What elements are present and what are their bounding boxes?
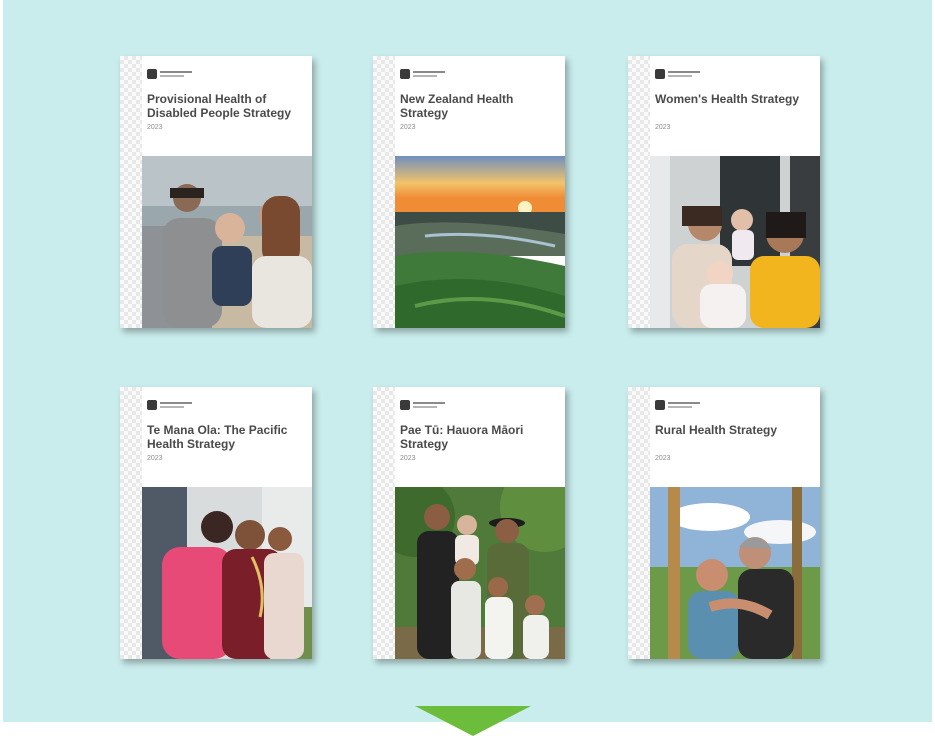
pattern-strip [628, 56, 650, 328]
logo-wordmark [668, 402, 700, 408]
report-card-womens-health[interactable]: Women's Health Strategy 2023 [628, 56, 820, 328]
logo-wordmark [160, 402, 192, 408]
government-logo [400, 69, 445, 79]
report-card-nz-health[interactable]: New Zealand Health Strategy 2023 [373, 56, 565, 328]
government-logo [147, 69, 192, 79]
crest-icon [400, 400, 410, 410]
pattern-strip [628, 387, 650, 659]
government-logo [400, 400, 445, 410]
report-title: Te Mana Ola: The Pacific Health Strategy [147, 423, 288, 451]
report-title: Pae Tū: Hauora Māori Strategy [400, 423, 524, 451]
pattern-strip [373, 387, 395, 659]
cover-photo [142, 156, 312, 328]
pattern-strip [373, 56, 395, 328]
report-card-rural-health[interactable]: Rural Health Strategy 2023 [628, 387, 820, 659]
down-arrow-icon [415, 706, 531, 736]
report-title: Provisional Health of Disabled People St… [147, 92, 292, 120]
report-year: 2023 [147, 124, 163, 131]
report-title: Women's Health Strategy [655, 92, 799, 106]
report-card-disabled-people[interactable]: Provisional Health of Disabled People St… [120, 56, 312, 328]
logo-wordmark [413, 71, 445, 77]
report-title: New Zealand Health Strategy [400, 92, 514, 120]
report-card-pacific-health[interactable]: Te Mana Ola: The Pacific Health Strategy… [120, 387, 312, 659]
cover-photo [650, 156, 820, 328]
crest-icon [655, 69, 665, 79]
logo-wordmark [160, 71, 192, 77]
report-year: 2023 [655, 455, 671, 462]
crest-icon [655, 400, 665, 410]
cover-photo [650, 487, 820, 659]
pattern-strip [120, 56, 142, 328]
cover-photo [395, 487, 565, 659]
report-title: Rural Health Strategy [655, 423, 778, 437]
report-year: 2023 [400, 455, 416, 462]
strategy-gallery-panel: Provisional Health of Disabled People St… [3, 0, 932, 736]
crest-icon [147, 400, 157, 410]
logo-wordmark [668, 71, 700, 77]
report-year: 2023 [147, 455, 163, 462]
crest-icon [400, 69, 410, 79]
report-year: 2023 [400, 124, 416, 131]
report-card-maori-health[interactable]: Pae Tū: Hauora Māori Strategy 2023 [373, 387, 565, 659]
cover-photo [395, 156, 565, 328]
crest-icon [147, 69, 157, 79]
report-year: 2023 [655, 124, 671, 131]
logo-wordmark [413, 402, 445, 408]
cover-photo [142, 487, 312, 659]
pattern-strip [120, 387, 142, 659]
government-logo [147, 400, 192, 410]
government-logo [655, 400, 700, 410]
government-logo [655, 69, 700, 79]
